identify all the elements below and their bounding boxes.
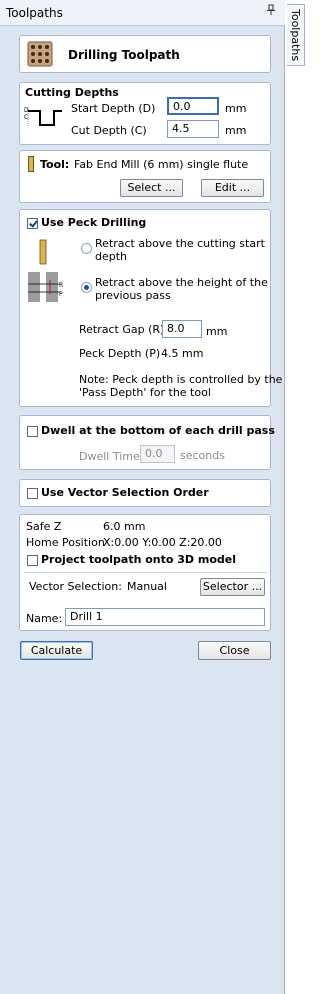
dwell-time-input[interactable]: 0.0 xyxy=(140,445,175,463)
peck-note-line-2: 'Pass Depth' for the tool xyxy=(79,386,211,399)
diagram-label-d: D xyxy=(24,107,29,114)
cut-depth-label: Cut Depth (C) xyxy=(71,124,147,137)
vector-order-label[interactable]: Use Vector Selection Order xyxy=(41,486,209,499)
peck-drilling-checkbox[interactable] xyxy=(27,218,38,229)
tab-toolpaths-label[interactable]: Toolpaths xyxy=(289,9,302,61)
dwell-checkbox[interactable] xyxy=(27,426,38,437)
retract-start-depth-label-1[interactable]: Retract above the cutting start xyxy=(95,237,265,250)
retract-start-depth-label-2[interactable]: depth xyxy=(95,250,127,263)
tool-label: Tool: xyxy=(40,158,70,171)
drilling-toolpath-icon xyxy=(27,41,53,67)
project-3d-checkbox[interactable] xyxy=(27,555,38,566)
toolpath-info-group: Safe Z 6.0 mm Home Position X:0.00 Y:0.0… xyxy=(19,514,271,631)
cut-depth-input[interactable]: 4.5 xyxy=(167,120,219,138)
start-depth-input[interactable]: 0.0 xyxy=(167,97,219,115)
start-depth-label: Start Depth (D) xyxy=(71,102,156,115)
info-separator xyxy=(24,572,267,573)
peck-drilling-group: Use Peck Drilling R P Retract above the … xyxy=(19,209,282,407)
retract-gap-input[interactable]: 8.0 xyxy=(162,320,202,338)
panel-title: Toolpaths xyxy=(6,6,63,20)
name-label: Name: xyxy=(26,612,63,625)
dwell-time-label: Dwell Time xyxy=(79,450,140,463)
calculate-button[interactable]: Calculate xyxy=(20,641,93,660)
page-title: Drilling Toolpath xyxy=(68,48,180,62)
home-position-value: X:0.00 Y:0.00 Z:20.00 xyxy=(103,536,222,549)
cutting-depths-group: Cutting Depths D C Start Depth (D) 0.0 m… xyxy=(19,82,271,145)
dwell-group: Dwell at the bottom of each drill pass D… xyxy=(19,415,275,470)
panel-header: Toolpaths xyxy=(0,0,285,26)
dwell-label[interactable]: Dwell at the bottom of each drill pass xyxy=(41,424,275,437)
vector-selection-label: Vector Selection: xyxy=(29,580,122,593)
start-depth-unit: mm xyxy=(225,102,247,115)
vector-selection-value: Manual xyxy=(127,580,167,593)
tab-toolpaths[interactable]: Toolpaths xyxy=(287,4,305,66)
dwell-time-unit: seconds xyxy=(180,449,225,462)
diagram-label-r: R xyxy=(59,282,63,289)
vector-order-group: Use Vector Selection Order xyxy=(19,479,271,507)
peck-diagram-icon: R P xyxy=(28,239,63,302)
tool-group: Tool: Fab End Mill (6 mm) single flute S… xyxy=(19,150,271,203)
diagram-label-p: P xyxy=(59,291,63,298)
edit-tool-button[interactable]: Edit ... xyxy=(201,179,264,197)
depth-diagram-icon: D C xyxy=(24,107,62,127)
selector-button[interactable]: Selector ... xyxy=(200,578,265,596)
vector-order-checkbox[interactable] xyxy=(27,488,38,499)
peck-depth-value: 4.5 mm xyxy=(161,347,204,360)
retract-previous-pass-label-2[interactable]: previous pass xyxy=(95,289,171,302)
retract-start-depth-radio[interactable] xyxy=(81,243,92,254)
peck-drilling-label[interactable]: Use Peck Drilling xyxy=(41,216,146,229)
safe-z-label: Safe Z xyxy=(26,520,62,533)
cut-depth-unit: mm xyxy=(225,124,247,137)
peck-depth-label: Peck Depth (P) xyxy=(79,347,161,360)
home-position-label: Home Position xyxy=(26,536,105,549)
retract-previous-pass-label-1[interactable]: Retract above the height of the xyxy=(95,276,268,289)
safe-z-value: 6.0 mm xyxy=(103,520,146,533)
close-button[interactable]: Close xyxy=(198,641,271,660)
project-3d-label[interactable]: Project toolpath onto 3D model xyxy=(41,553,236,566)
cutting-depths-heading: Cutting Depths xyxy=(25,86,119,99)
retract-gap-label: Retract Gap (R) xyxy=(79,323,165,336)
diagram-label-c: C xyxy=(24,114,28,121)
peck-note-line-1: Note: Peck depth is controlled by the xyxy=(79,373,283,386)
retract-gap-unit: mm xyxy=(206,325,228,338)
name-input[interactable]: Drill 1 xyxy=(65,608,265,626)
select-tool-button[interactable]: Select ... xyxy=(120,179,183,197)
tool-name: Fab End Mill (6 mm) single flute xyxy=(74,158,249,171)
retract-previous-pass-radio[interactable] xyxy=(81,282,92,293)
tool-icon xyxy=(28,156,34,172)
toolpath-header-group: Drilling Toolpath xyxy=(19,35,271,73)
pin-icon[interactable] xyxy=(266,4,276,16)
toolpaths-panel: Toolpaths Drilling Toolpath Cutting Dept… xyxy=(0,0,285,994)
